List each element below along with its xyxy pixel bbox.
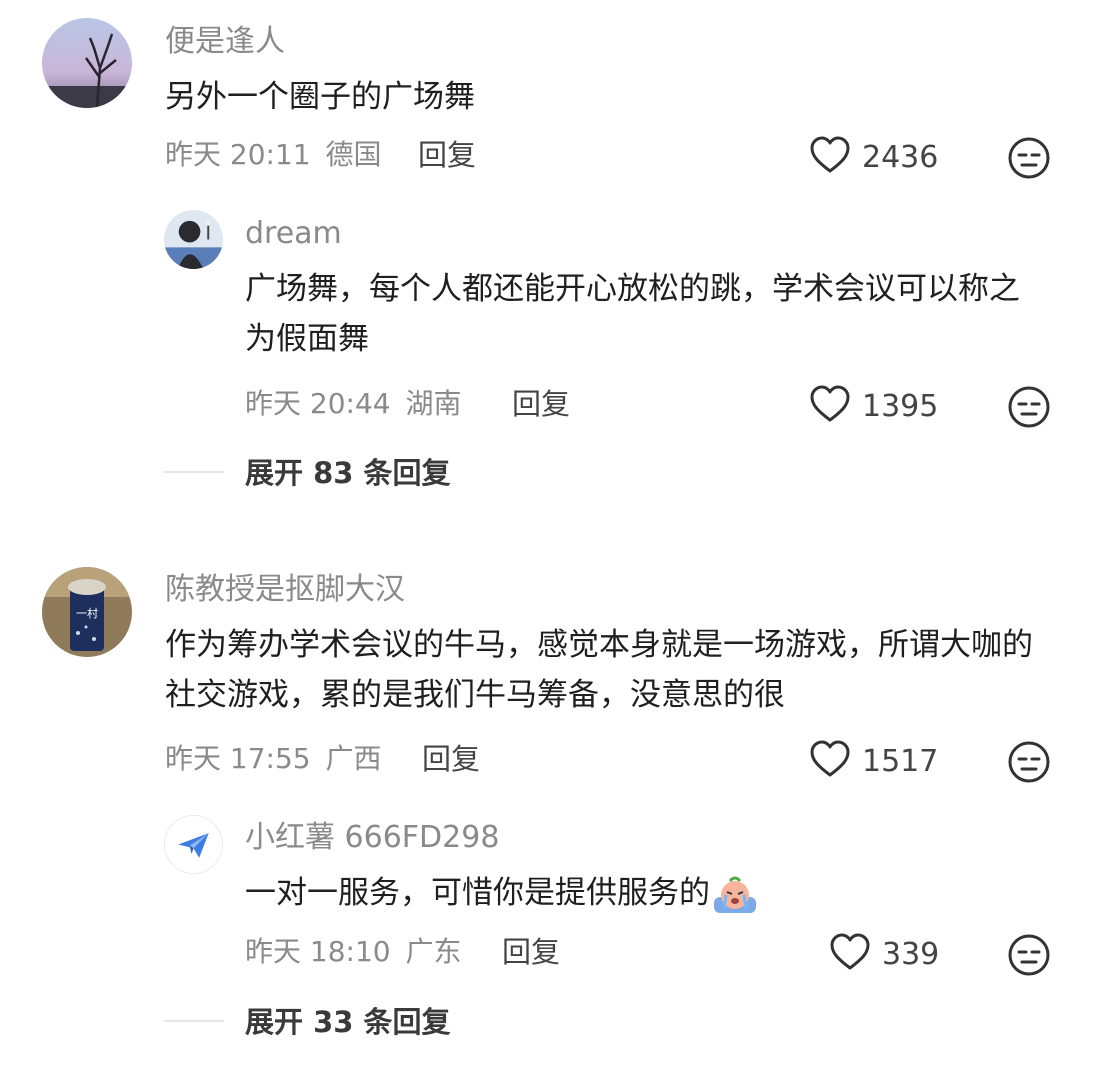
expand-replies-button[interactable]: 展开 33 条回复: [245, 1004, 451, 1040]
username[interactable]: 小红薯 666FD298: [245, 818, 499, 858]
like-button[interactable]: 1395: [808, 385, 938, 427]
location: 广西: [325, 742, 382, 775]
comment-meta: 昨天 20:11 德国: [165, 137, 382, 173]
comment-text: 作为筹办学术会议的牛马，感觉本身就是一场游戏，所谓大咖的社交游戏，累的是我们牛马…: [165, 627, 1033, 713]
heart-outline-icon: [808, 135, 852, 179]
reply-button[interactable]: 回复: [418, 137, 476, 173]
heart-outline-icon: [808, 384, 852, 428]
like-count: 2436: [862, 139, 939, 175]
divider: [164, 1020, 224, 1022]
like-count: 1517: [862, 743, 939, 779]
username[interactable]: dream: [245, 214, 342, 254]
avatar[interactable]: [164, 210, 223, 269]
avatar[interactable]: [42, 18, 132, 108]
comment-meta: 昨天 20:44 湖南: [245, 386, 462, 422]
meh-face-icon[interactable]: [1007, 740, 1051, 784]
comment-meta: 昨天 17:55 广西: [165, 741, 382, 777]
username[interactable]: 陈教授是抠脚大汉: [165, 570, 405, 610]
like-button[interactable]: 339: [828, 933, 939, 975]
meh-face-icon[interactable]: [1007, 933, 1051, 977]
meh-face-icon[interactable]: [1007, 136, 1051, 180]
crying-emoji-icon: [712, 875, 758, 915]
location: 湖南: [405, 387, 462, 420]
comment-meta: 昨天 18:10 广东: [245, 934, 462, 970]
timestamp: 昨天 18:10: [245, 935, 391, 968]
avatar-text: 一村: [76, 606, 98, 620]
like-count: 339: [882, 936, 940, 972]
reply-button[interactable]: 回复: [502, 934, 560, 970]
avatar[interactable]: 一村: [42, 567, 132, 657]
username[interactable]: 便是逢人: [165, 22, 285, 62]
location: 德国: [325, 138, 382, 171]
timestamp: 昨天 20:11: [165, 138, 311, 171]
like-button[interactable]: 2436: [808, 136, 938, 178]
comment-text: 一对一服务，可惜你是提供服务的: [245, 868, 1045, 918]
heart-outline-icon: [808, 739, 852, 783]
comment-text: 另外一个圈子的广场舞: [165, 79, 475, 115]
divider: [164, 471, 224, 473]
comment-text: 广场舞，每个人都还能开心放松的跳，学术会议可以称之为假面舞: [245, 271, 1020, 357]
like-count: 1395: [862, 388, 939, 424]
paper-plane-icon: [165, 816, 222, 873]
location: 广东: [405, 935, 462, 968]
reply-button[interactable]: 回复: [512, 386, 570, 422]
comment-text-content: 一对一服务，可惜你是提供服务的: [245, 875, 710, 911]
meh-face-icon[interactable]: [1007, 385, 1051, 429]
avatar[interactable]: [164, 815, 223, 874]
heart-outline-icon: [828, 932, 872, 976]
reply-button[interactable]: 回复: [422, 741, 480, 777]
timestamp: 昨天 17:55: [165, 742, 311, 775]
expand-replies-button[interactable]: 展开 83 条回复: [245, 455, 451, 491]
like-button[interactable]: 1517: [808, 740, 938, 782]
timestamp: 昨天 20:44: [245, 387, 391, 420]
